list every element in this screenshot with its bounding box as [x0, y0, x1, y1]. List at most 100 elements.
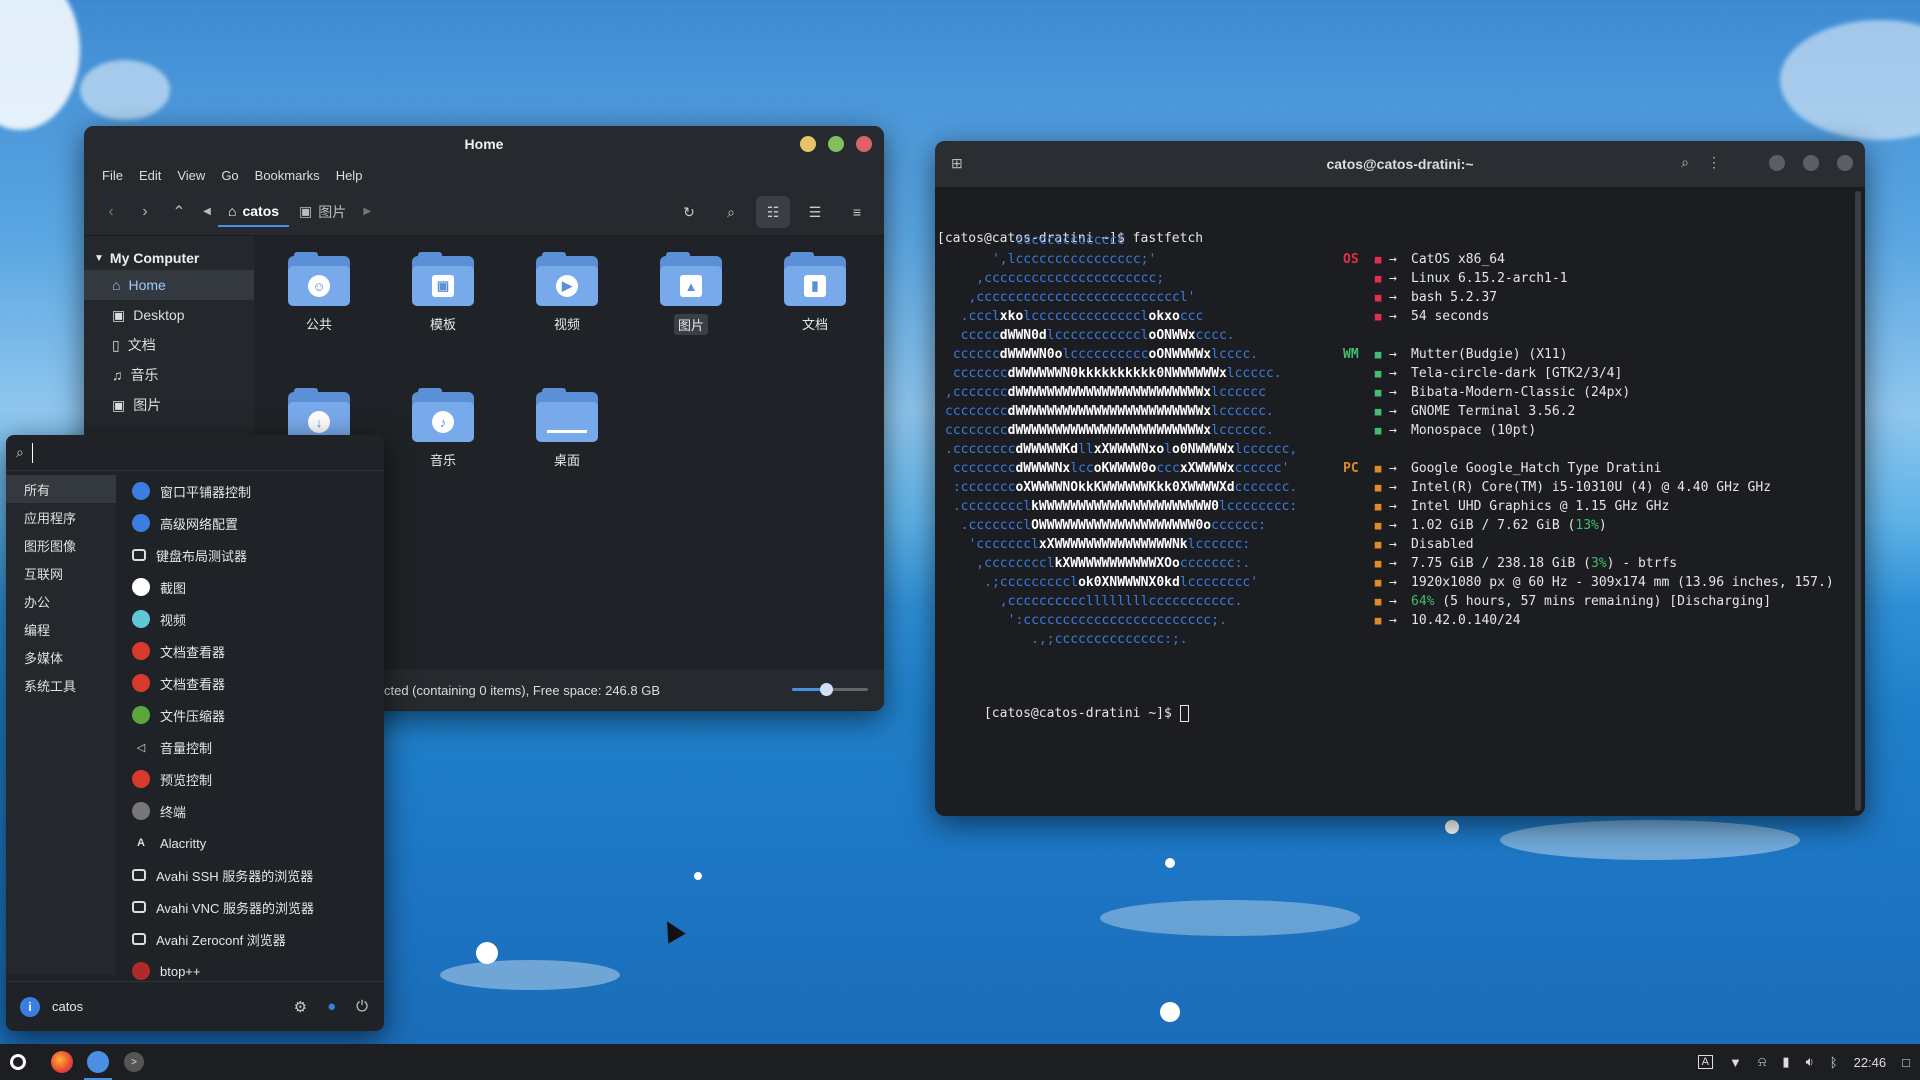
settings-icon[interactable]: ⚙ [294, 998, 307, 1016]
location-toggle-icon[interactable]: ↻ [672, 196, 706, 228]
menu-help[interactable]: Help [328, 168, 371, 183]
info-row: ■ → 54 seconds [1343, 307, 1834, 326]
taskbar-terminal[interactable]: > [116, 1044, 152, 1080]
app-item[interactable]: 文档查看器 [122, 667, 382, 699]
bluetooth-icon[interactable]: ᛒ [1830, 1055, 1838, 1070]
app-menu-button[interactable] [0, 1044, 36, 1080]
up-button[interactable]: ⌃ [162, 196, 196, 228]
taskbar-file-manager[interactable] [80, 1044, 116, 1080]
battery-icon[interactable]: ▮ [1782, 1054, 1789, 1070]
grid-view-icon[interactable]: ☷ [756, 196, 790, 228]
user-info-icon: i [20, 996, 40, 1017]
lock-icon[interactable]: ● [327, 998, 336, 1016]
new-tab-icon[interactable]: ⊞ [951, 155, 963, 172]
app-item[interactable]: 文件压缩器 [122, 699, 382, 731]
window-titlebar[interactable]: Home [84, 126, 884, 162]
category-applications[interactable]: 应用程序 [6, 503, 116, 531]
folder-music[interactable]: ♪ 音乐 [398, 388, 488, 469]
show-desktop-icon[interactable]: □ [1902, 1055, 1910, 1070]
menu-view[interactable]: View [169, 168, 213, 183]
power-icon[interactable]: ⏻ [356, 998, 368, 1016]
category-graphics[interactable]: 图形图像 [6, 531, 116, 559]
minimize-button[interactable] [1769, 154, 1785, 171]
app-item[interactable]: A Alacritty [122, 827, 382, 859]
category-multimedia[interactable]: 多媒体 [6, 643, 116, 671]
app-item[interactable]: 预览控制 [122, 763, 382, 795]
category-internet[interactable]: 互联网 [6, 559, 116, 587]
folder-desktop[interactable]: ▬▬▬▬ 桌面 [522, 388, 612, 469]
app-item[interactable]: Avahi VNC 服务器的浏览器 [122, 891, 382, 923]
app-item[interactable]: Avahi SSH 服务器的浏览器 [122, 859, 382, 891]
info-percent: 3% [1591, 556, 1607, 571]
sidebar-item-label: 图片 [133, 397, 162, 413]
volume-icon[interactable]: 🔉︎ [1806, 1054, 1814, 1070]
folder-templates[interactable]: ▣ 模板 [398, 252, 488, 333]
notification-bell-icon[interactable]: ⍾ [1758, 1054, 1767, 1070]
taskbar-firefox[interactable] [44, 1044, 80, 1080]
app-item[interactable]: 文档查看器 [122, 635, 382, 667]
menu-go[interactable]: Go [213, 168, 246, 183]
category-office[interactable]: 办公 [6, 587, 116, 615]
app-item[interactable]: ◁ 音量控制 [122, 731, 382, 763]
background-wave [440, 960, 620, 990]
menu-file[interactable]: File [94, 168, 131, 183]
app-item[interactable]: 窗口平铺器控制 [122, 475, 382, 507]
terminal-prompt-line[interactable]: [catos@catos-dratini ~]$ [937, 685, 1189, 742]
terminal-scrollbar[interactable] [1855, 191, 1861, 811]
folder-videos[interactable]: ▶ 视频 [522, 252, 612, 333]
close-button[interactable] [856, 136, 872, 152]
sidebar-item-music[interactable]: ♫ 音乐 [84, 360, 254, 390]
folder-pictures[interactable]: ▲ 图片 [646, 252, 736, 335]
category-programming[interactable]: 编程 [6, 615, 116, 643]
category-system-tools[interactable]: 系统工具 [6, 671, 116, 699]
folder-public[interactable]: ☺ 公共 [274, 252, 364, 333]
maximize-button[interactable] [1803, 154, 1819, 171]
back-button[interactable]: ‹ [94, 196, 128, 228]
sidebar-item-pictures[interactable]: ▣ 图片 [84, 390, 254, 420]
forward-button[interactable]: › [128, 196, 162, 228]
folder-documents[interactable]: ▮ 文档 [770, 252, 860, 333]
search-icon[interactable]: ⌕ [1681, 154, 1689, 171]
app-item[interactable]: 终端 [122, 795, 382, 827]
wifi-icon[interactable]: ▼ [1729, 1055, 1742, 1070]
app-item[interactable]: Avahi Zeroconf 浏览器 [122, 923, 382, 955]
breadcrumb-current[interactable]: ⌂ catos [218, 197, 290, 227]
sidebar-item-desktop[interactable]: ▣ Desktop [84, 300, 254, 330]
terminal-output[interactable]: [catos@catos-dratini ~]$ fastfetch ccccc… [935, 187, 1865, 816]
sidebar-item-home[interactable]: ⌂ Home [84, 270, 254, 300]
menu-bookmarks[interactable]: Bookmarks [247, 168, 328, 183]
launcher-search[interactable]: ⌕ [6, 435, 384, 471]
list-view-icon[interactable]: ☰ [798, 196, 832, 228]
app-item[interactable]: 高级网络配置 [122, 507, 382, 539]
logo-line: ,cccccccdWWWWWWWWWWWWWWWWWWWWWWWWxlccccc… [945, 385, 1266, 400]
sidebar-item-label: Desktop [133, 307, 185, 323]
info-row: PC ■ → Google Google_Hatch Type Dratini [1343, 459, 1834, 478]
status-text: cted (containing 0 items), Free space: 2… [384, 682, 661, 698]
zoom-slider[interactable] [792, 683, 868, 696]
terminal-titlebar[interactable]: ⊞ catos@catos-dratini:~ ⌕ ⋮ [935, 141, 1865, 187]
category-all[interactable]: 所有 [6, 475, 116, 503]
taskbar: > A ▼ ⍾ ▮ 🔉︎ ᛒ 22:46 □ [0, 1044, 1920, 1080]
app-item[interactable]: 键盘布局测试器 [122, 539, 382, 571]
menu-bar: File Edit View Go Bookmarks Help [84, 162, 884, 188]
app-item[interactable]: 视频 [122, 603, 382, 635]
sidebar-item-documents[interactable]: ▯ 文档 [84, 330, 254, 360]
compact-view-icon[interactable]: ≡ [840, 196, 874, 228]
close-button[interactable] [1837, 154, 1853, 171]
search-icon[interactable]: ⌕ [714, 196, 748, 228]
clock[interactable]: 22:46 [1854, 1055, 1887, 1070]
minimize-button[interactable] [800, 136, 816, 152]
menu-edit[interactable]: Edit [131, 168, 169, 183]
menu-icon[interactable]: ⋮ [1707, 154, 1721, 171]
maximize-button[interactable] [828, 136, 844, 152]
breadcrumb-left-button[interactable]: ◀ [196, 196, 218, 228]
breadcrumb-right-button[interactable]: ▶ [356, 196, 378, 228]
zoom-slider-handle[interactable] [820, 683, 834, 696]
os-icon: ■ [1374, 253, 1382, 266]
app-item[interactable]: 截图 [122, 571, 382, 603]
breadcrumb-next[interactable]: ▣ 图片 [289, 197, 356, 227]
terminal-icon [132, 802, 150, 820]
network-config-icon [132, 514, 150, 532]
sidebar-heading[interactable]: ▼ My Computer [84, 246, 254, 270]
keyboard-layout-icon[interactable]: A [1697, 1055, 1713, 1069]
